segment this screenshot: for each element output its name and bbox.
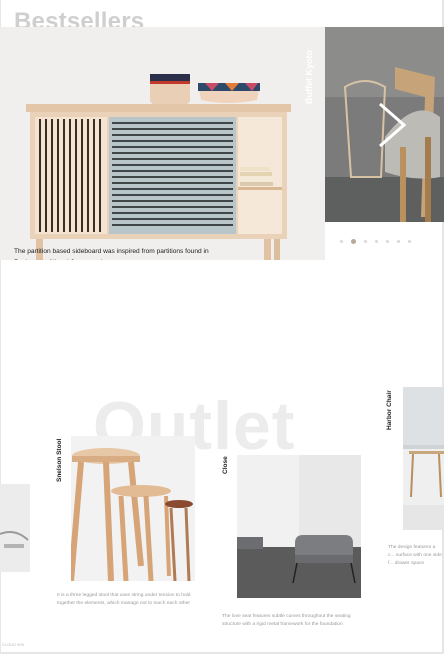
pagination-dot[interactable]: [340, 240, 343, 243]
pagination-dot[interactable]: [375, 240, 378, 243]
sofa-image: [237, 455, 361, 598]
card-title-snelson-stool[interactable]: Snelson Stool: [56, 439, 63, 482]
card-image-harbor-chair[interactable]: [403, 387, 444, 530]
footer-note: CLOUD 909: [2, 642, 24, 647]
harbor-chair-image: [403, 387, 444, 530]
partial-card-image[interactable]: [0, 484, 30, 572]
next-slide-button[interactable]: [376, 100, 410, 150]
sideboard-image: [0, 27, 325, 260]
card-title-close[interactable]: Close: [222, 456, 229, 474]
pagination-dot-active[interactable]: [351, 239, 356, 244]
pagination-dot[interactable]: [397, 240, 400, 243]
pagination-dot[interactable]: [364, 240, 367, 243]
card-desc-close: The love seat features subtle curves thr…: [222, 614, 351, 628]
pagination-dot[interactable]: [386, 240, 389, 243]
hero-slide[interactable]: The partition based sideboard was inspir…: [0, 27, 325, 260]
card-desc-snelson-stool: It is a three legged stool that uses str…: [57, 593, 191, 607]
chevron-right-icon: [379, 102, 407, 148]
pagination-dot[interactable]: [408, 240, 411, 243]
card-image-close[interactable]: [237, 455, 361, 598]
hero-caption: The partition based sideboard was inspir…: [14, 248, 209, 260]
side-item-title[interactable]: Buffet Kyoto: [304, 44, 314, 104]
slide-pagination: [340, 239, 411, 244]
partial-chair-image: [0, 484, 30, 572]
card-title-harbor-chair[interactable]: Harbor Chair: [386, 390, 393, 430]
card-desc-harbor-chair: The design features a c... surface with …: [388, 545, 442, 567]
stool-image: [71, 436, 195, 581]
card-image-snelson-stool[interactable]: [71, 436, 195, 581]
